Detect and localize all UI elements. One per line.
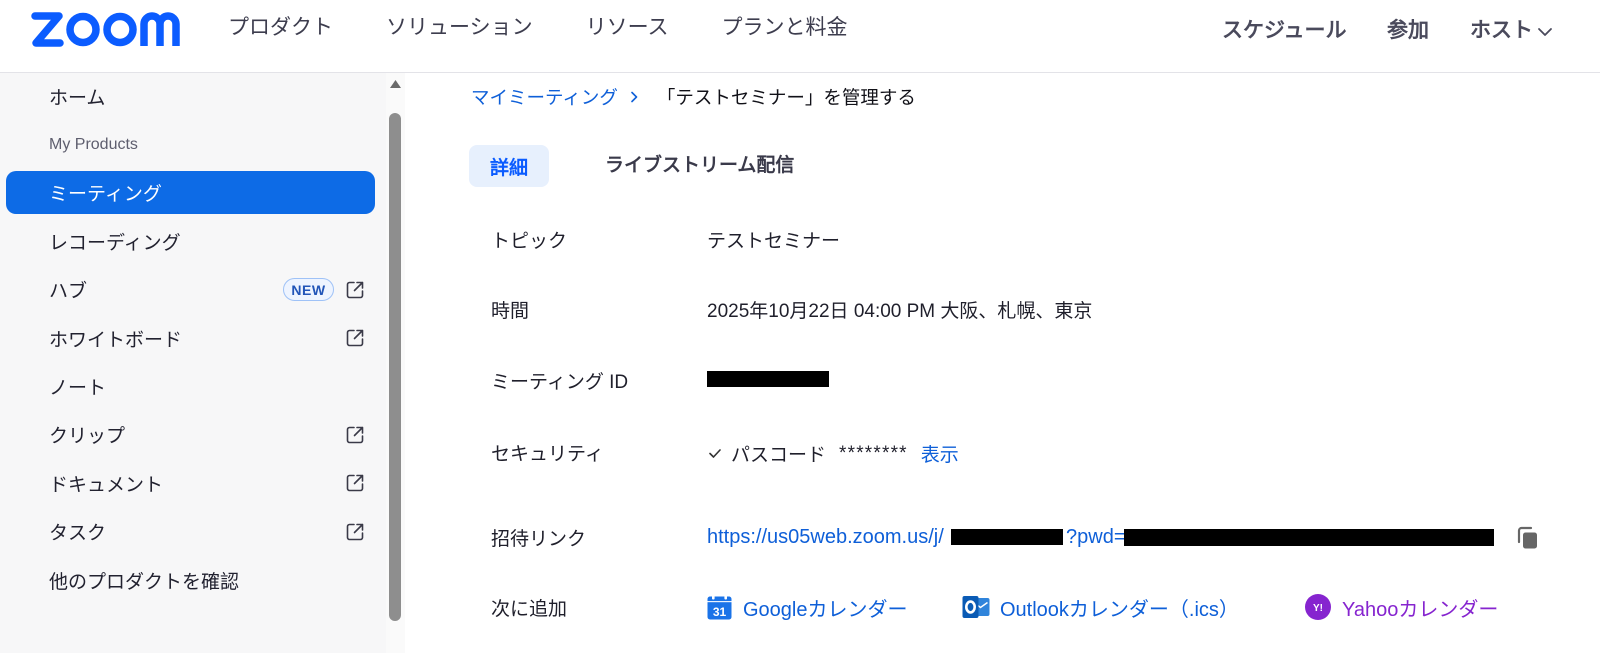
sidebar-item-hub[interactable]: ハブ NEW — [0, 266, 386, 314]
calendar-options: 31 Googleカレンダー Outlookカレンダー（.ics） Y! Yah… — [707, 592, 1537, 622]
sidebar-item-label: ノート — [49, 378, 107, 400]
time-value: 2025年10月22日 04:00 PM 大阪、札幌、東京 — [707, 300, 1093, 322]
google-calendar-label: Googleカレンダー — [743, 598, 908, 621]
host-menu-button[interactable]: ホスト — [1470, 0, 1533, 62]
new-badge: NEW — [283, 278, 334, 302]
outlook-icon — [962, 596, 990, 618]
breadcrumb-current: 「テストセミナー」を管理する — [656, 87, 916, 108]
google-calendar-icon: 31 — [707, 594, 732, 619]
invite-link-value: https://us05web.zoom.us/j/ ?pwd= — [707, 522, 1538, 552]
breadcrumb-my-meetings-link[interactable]: マイミーティング — [471, 84, 618, 110]
meeting-id-value — [707, 365, 829, 395]
external-link-icon — [346, 475, 364, 492]
sidebar-item-label: ミーティング — [49, 184, 162, 206]
external-link-icon — [346, 426, 364, 444]
yahoo-glyph: Y! — [1313, 603, 1323, 614]
join-button[interactable]: 参加 — [1387, 0, 1429, 62]
show-passcode-link[interactable]: 表示 — [921, 440, 959, 467]
detail-row-add-to: 次に追加 31 Googleカレンダー Outlookカレンダー（.ics） Y… — [491, 592, 1537, 622]
external-link-icon — [346, 523, 364, 541]
checkmark-icon — [709, 449, 721, 458]
detail-row-meeting-id: ミーティング ID — [491, 365, 829, 395]
sidebar-item-more-products[interactable]: 他のプロダクトを確認 — [0, 556, 386, 604]
scrollbar-thumb[interactable] — [389, 113, 401, 621]
detail-row-invite-link: 招待リンク https://us05web.zoom.us/j/ ?pwd= — [491, 522, 1538, 552]
tab-label: ライブストリーム配信 — [605, 155, 795, 176]
sidebar-item-label: 他のプロダクトを確認 — [49, 571, 240, 593]
nav-solutions[interactable]: ソリューション — [386, 0, 533, 56]
top-header: プロダクト ソリューション リソース プランと料金 スケジュール 参加 ホスト — [0, 0, 1600, 73]
detail-row-topic: トピック テストセミナー — [491, 224, 840, 254]
sidebar-item-label: ハブ — [49, 281, 88, 303]
add-yahoo-calendar[interactable]: Y! Yahooカレンダー — [1305, 592, 1498, 622]
sidebar-scrollbar[interactable] — [386, 73, 405, 653]
chevron-down-icon[interactable] — [1537, 27, 1553, 37]
main-nav: プロダクト ソリューション リソース プランと料金 — [228, 0, 848, 56]
zoom-logo[interactable] — [28, 8, 186, 52]
breadcrumb: マイミーティング 「テストセミナー」を管理する — [471, 85, 916, 109]
sidebar: ホーム My Products ミーティング レコーディング ハブ NEW ホワ… — [0, 73, 386, 653]
invite-link-url[interactable]: https://us05web.zoom.us/j/ — [707, 526, 951, 549]
redacted-meeting-number — [951, 529, 1063, 545]
sidebar-section-my-products: My Products — [0, 120, 386, 168]
sidebar-item-recordings[interactable]: レコーディング — [0, 217, 386, 265]
schedule-button[interactable]: スケジュール — [1222, 0, 1347, 62]
meeting-id-label: ミーティング ID — [491, 371, 629, 393]
sidebar-item-label: タスク — [49, 523, 107, 545]
sidebar-item-home[interactable]: ホーム — [0, 72, 386, 120]
sidebar-item-label: ホーム — [49, 87, 106, 109]
yahoo-calendar-label: Yahooカレンダー — [1342, 598, 1499, 621]
external-link-icon — [346, 329, 364, 347]
sidebar-section-label: My Products — [49, 135, 138, 153]
topic-value: テストセミナー — [707, 230, 841, 252]
sidebar-menu: ホーム My Products ミーティング レコーディング ハブ NEW ホワ… — [0, 72, 386, 604]
copy-icon[interactable] — [1516, 526, 1538, 549]
tab-livestream[interactable]: ライブストリーム配信 — [605, 145, 794, 187]
sidebar-item-docs[interactable]: ドキュメント — [0, 459, 386, 507]
add-google-calendar[interactable]: 31 Googleカレンダー — [707, 592, 908, 622]
sidebar-item-whiteboards[interactable]: ホワイトボード — [0, 314, 386, 362]
sidebar-item-tasks[interactable]: タスク — [0, 508, 386, 556]
security-label: セキュリティ — [491, 443, 604, 465]
invite-link-pwd-param[interactable]: ?pwd= — [1066, 526, 1126, 549]
chevron-right-icon — [631, 91, 638, 103]
sidebar-item-label: ドキュメント — [49, 474, 164, 496]
scroll-up-arrow-icon[interactable] — [390, 80, 401, 88]
nav-resources[interactable]: リソース — [586, 0, 669, 56]
nav-pricing[interactable]: プランと料金 — [722, 0, 848, 56]
time-label: 時間 — [491, 300, 530, 322]
add-outlook-calendar[interactable]: Outlookカレンダー（.ics） — [962, 592, 1239, 622]
sidebar-item-label: レコーディング — [49, 232, 181, 254]
sidebar-item-label: クリップ — [49, 426, 126, 448]
detail-row-security: セキュリティ パスコード ******** 表示 — [491, 437, 959, 467]
sidebar-item-meetings[interactable]: ミーティング — [0, 169, 386, 217]
tab-label: 詳細 — [489, 157, 528, 179]
detail-row-time: 時間 2025年10月22日 04:00 PM 大阪、札幌、東京 — [491, 294, 1092, 324]
topic-label: トピック — [491, 230, 568, 252]
redacted-password — [1124, 528, 1494, 546]
yahoo-icon: Y! — [1305, 594, 1331, 620]
sidebar-item-label: ホワイトボード — [49, 329, 183, 351]
passcode-masked: ******** — [839, 442, 908, 464]
redacted-meeting-id — [707, 371, 829, 387]
sidebar-item-notes[interactable]: ノート — [0, 362, 386, 410]
tab-details[interactable]: 詳細 — [469, 145, 549, 187]
outlook-calendar-label: Outlookカレンダー（.ics） — [1000, 598, 1239, 621]
security-value: パスコード ******** 表示 — [707, 439, 959, 469]
sidebar-item-clips[interactable]: クリップ — [0, 411, 386, 459]
invite-link-label: 招待リンク — [491, 528, 587, 550]
nav-products[interactable]: プロダクト — [228, 0, 333, 56]
external-link-icon — [346, 281, 364, 299]
add-to-label: 次に追加 — [491, 598, 568, 620]
google-calendar-glyph: 31 — [713, 605, 727, 619]
passcode-label: パスコード — [731, 445, 827, 466]
